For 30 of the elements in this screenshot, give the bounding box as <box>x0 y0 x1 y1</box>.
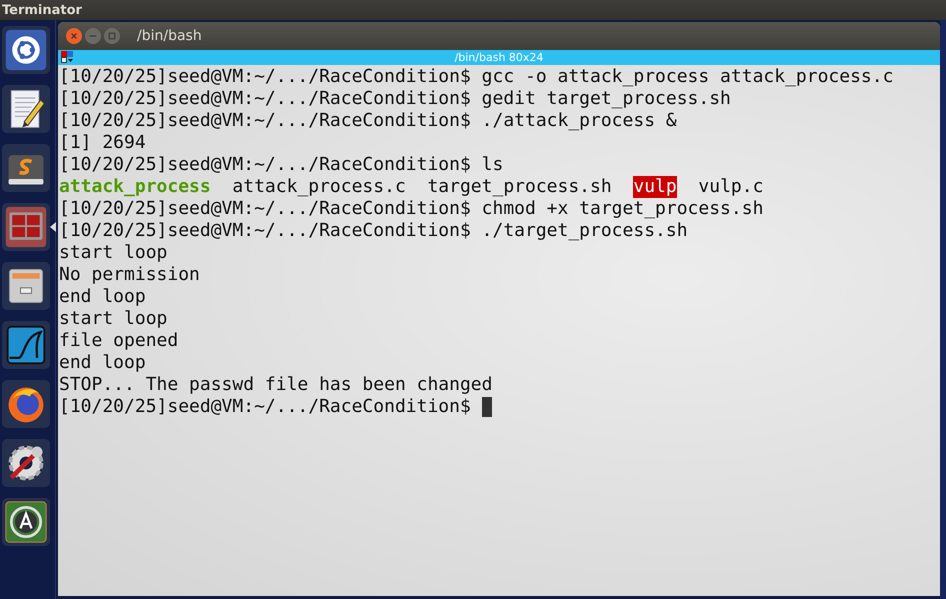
update-arrows-icon[interactable] <box>4 500 48 544</box>
terminal-text: [10/20/25]seed@VM:~/.../RaceCondition$ ./attack_process & <box>59 110 677 132</box>
window-title: /bin/bash <box>137 28 202 44</box>
terminal-text: end loop <box>59 286 146 308</box>
close-button[interactable] <box>66 28 82 44</box>
terminal-text: [10/20/25]seed@VM:~/.../RaceCondition$ chmod +x target_process.sh <box>59 198 764 220</box>
terminal-text: vulp.c <box>697 176 764 198</box>
terminal-text: [1] 2694 <box>59 132 146 154</box>
highlighted-file-name: vulp <box>633 176 677 198</box>
terminal-text: start loop <box>59 308 168 330</box>
terminal-text: [10/20/25]seed@VM:~/.../RaceCondition$ ./target_process.sh <box>59 220 688 242</box>
terminal-text: [10/20/25]seed@VM:~/.../RaceCondition$ ls <box>59 154 504 176</box>
fin-icon[interactable] <box>4 323 48 367</box>
terminal-title: /bin/bash 80x24 <box>454 51 544 64</box>
square-icon <box>108 32 116 40</box>
terminal-text: attack_process.c target_process.sh <box>231 176 613 198</box>
ubuntu-logo-icon[interactable] <box>4 28 48 72</box>
terminal-text: file opened <box>59 330 178 352</box>
app-title: Terminator <box>2 2 82 18</box>
terminal-text: start loop <box>59 242 168 264</box>
close-icon <box>70 32 78 40</box>
executable-name: attack_process <box>59 176 211 198</box>
terminal-text: [10/20/25]seed@VM:~/.../RaceCondition$ gedit target_process.sh <box>59 88 731 110</box>
terminal-text: [10/20/25]seed@VM:~/.../RaceCondition$ gcc -o attack_process attack_process.c <box>59 66 894 88</box>
terminal-text: STOP... The passwd file has been changed <box>59 374 492 396</box>
terminal-text: end loop <box>59 352 146 374</box>
terminal-text: No permission <box>59 264 200 286</box>
terminal-grid-icon[interactable] <box>4 205 48 249</box>
terminal-text: [10/20/25]seed@VM:~/.../RaceCondition$ <box>59 396 472 418</box>
layout-menu-icon[interactable] <box>61 51 73 63</box>
